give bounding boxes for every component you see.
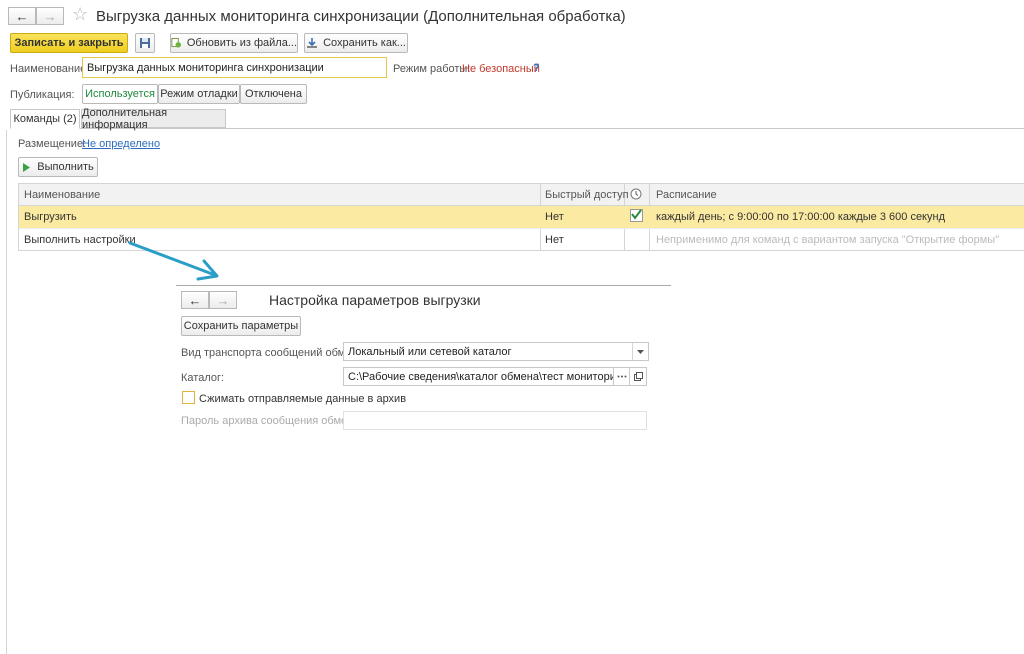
archive-password-label: Пароль архива сообщения обмена:	[181, 415, 363, 427]
update-file-icon	[171, 38, 181, 48]
save-and-close-button[interactable]: Записать и закрыть	[10, 33, 128, 53]
publication-label: Публикация:	[10, 89, 75, 101]
column-header-schedule[interactable]: Расписание	[656, 189, 717, 201]
name-input[interactable]: Выгрузка данных мониторинга синхронизаци…	[82, 57, 387, 78]
arrow-right-icon: →	[216, 292, 230, 308]
forward-button[interactable]: →	[36, 7, 64, 25]
checkmark-icon	[631, 209, 642, 220]
compress-label[interactable]: Сжимать отправляемые данные в архив	[199, 393, 406, 405]
tab-commands[interactable]: Команды (2)	[10, 109, 80, 129]
row-2-schedule: Неприменимо для команд с вариантом запус…	[656, 234, 1000, 246]
save-button[interactable]	[135, 33, 155, 53]
download-icon	[307, 38, 318, 48]
save-parameters-button[interactable]: Сохранить параметры	[181, 316, 301, 336]
transport-dropdown-button[interactable]	[632, 343, 648, 360]
row-2-quick: Нет	[545, 234, 564, 246]
tab-additional-info[interactable]: Дополнительная информация	[81, 107, 226, 131]
row-2-name: Выполнить настройки	[24, 234, 136, 246]
run-button[interactable]: Выполнить	[18, 157, 98, 177]
arrow-right-icon: →	[43, 8, 57, 24]
row-1-quick: Нет	[545, 211, 564, 223]
mode-value: Не безопасный	[462, 63, 540, 75]
save-as-button[interactable]: Сохранить как...	[304, 33, 408, 53]
chevron-down-icon	[637, 349, 644, 354]
back-button[interactable]: ←	[8, 7, 36, 25]
transport-select[interactable]: Локальный или сетевой каталог	[343, 342, 649, 361]
row-1-checkbox[interactable]	[630, 209, 643, 222]
mode-label: Режим работы:	[393, 63, 471, 75]
favorite-star-icon[interactable]: ☆	[72, 4, 88, 25]
transport-label: Вид транспорта сообщений обмена:	[181, 347, 367, 359]
compress-checkbox[interactable]	[182, 391, 195, 404]
window-frame-left	[6, 130, 7, 654]
floppy-disk-icon	[140, 38, 150, 48]
catalog-open-button[interactable]	[630, 367, 647, 386]
dialog-forward-button[interactable]: →	[209, 291, 237, 309]
catalog-label: Каталог:	[181, 372, 225, 384]
publication-debug-button[interactable]: Режим отладки	[158, 84, 240, 104]
clock-icon	[630, 188, 642, 200]
placement-label: Размещение:	[18, 138, 87, 150]
ellipsis-icon	[617, 375, 626, 378]
arrow-left-icon: ←	[188, 292, 202, 308]
update-from-file-button[interactable]: Обновить из файла...	[170, 33, 298, 53]
dialog-back-button[interactable]: ←	[181, 291, 209, 309]
open-window-icon	[633, 372, 643, 381]
dialog-title: Настройка параметров выгрузки	[269, 292, 481, 308]
table-header	[19, 184, 1024, 206]
archive-password-input	[343, 411, 647, 430]
column-header-name[interactable]: Наименование	[24, 189, 100, 201]
arrow-left-icon: ←	[15, 8, 29, 24]
name-label: Наименование:	[10, 63, 90, 75]
annotation-arrow-icon	[128, 241, 219, 281]
placement-link[interactable]: Не определено	[82, 138, 160, 150]
row-1-name: Выгрузить	[24, 211, 77, 223]
window-title: Выгрузка данных мониторинга синхронизаци…	[96, 8, 626, 25]
publication-disabled-button[interactable]: Отключена	[240, 84, 307, 104]
row-1-schedule: каждый день; с 9:00:00 по 17:00:00 кажды…	[656, 211, 945, 223]
catalog-input[interactable]: C:\Рабочие сведения\каталог обмена\тест …	[343, 367, 614, 386]
play-icon	[23, 162, 31, 172]
mode-help-icon[interactable]: ?	[533, 62, 540, 74]
column-header-quick-access[interactable]: Быстрый доступ	[545, 189, 629, 201]
catalog-choose-button[interactable]	[614, 367, 630, 386]
publication-used-button[interactable]: Используется	[82, 84, 158, 104]
dialog-top-line	[176, 285, 671, 286]
